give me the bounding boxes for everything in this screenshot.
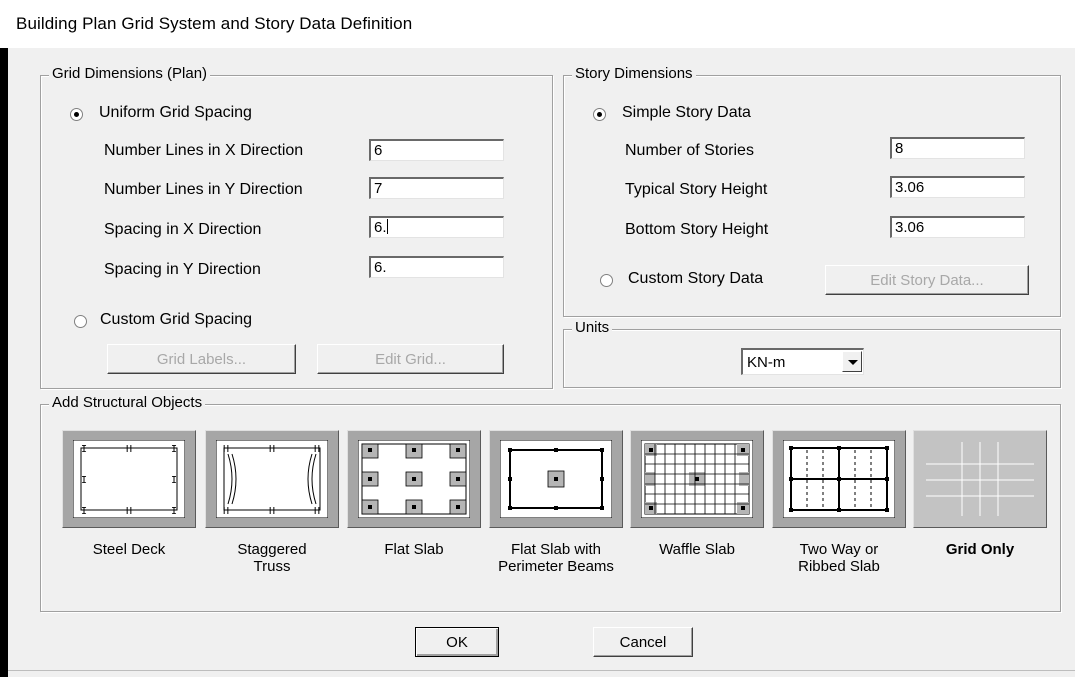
cancel-button[interactable]: Cancel — [593, 627, 693, 657]
svg-text:H: H — [126, 444, 132, 455]
grid-only-caption: Grid Only — [913, 541, 1047, 558]
number-of-stories-label: Number of Stories — [625, 142, 754, 159]
edit-grid-button[interactable]: Edit Grid... — [317, 344, 504, 374]
caption-line: Truss — [253, 558, 291, 575]
caption-line: Steel Deck — [92, 541, 166, 558]
flat-slab-perimeter-beams-caption: Flat Slab with Perimeter Beams — [489, 541, 623, 575]
waffle-slab-option[interactable] — [630, 430, 764, 528]
caption-line: Two Way or — [799, 541, 879, 558]
caption-line: Grid Only — [945, 541, 1015, 558]
caption-line: Perimeter Beams — [498, 558, 614, 575]
uniform-grid-spacing-label[interactable]: Uniform Grid Spacing — [99, 104, 252, 122]
lines-x-label: Number Lines in X Direction — [104, 142, 304, 159]
text-caret — [386, 219, 388, 234]
svg-text:H: H — [269, 444, 275, 455]
custom-grid-spacing-radio[interactable] — [74, 315, 87, 328]
flat-slab-icon — [358, 440, 470, 518]
custom-grid-spacing-label[interactable]: Custom Grid Spacing — [100, 311, 252, 329]
spacing-x-input[interactable]: 6. — [369, 216, 504, 238]
two-way-ribbed-slab-caption: Two Way or Ribbed Slab — [772, 541, 906, 575]
staggered-truss-icon: H H H H H H — [216, 440, 328, 518]
svg-text:I: I — [81, 444, 87, 455]
story-dimensions-legend: Story Dimensions — [572, 65, 696, 82]
grid-dimensions-legend: Grid Dimensions (Plan) — [49, 65, 211, 82]
caption-line: Ribbed Slab — [798, 558, 880, 575]
edit-story-data-button[interactable]: Edit Story Data... — [825, 265, 1029, 295]
structural-objects-legend: Add Structural Objects — [49, 394, 206, 411]
two-way-ribbed-slab-option[interactable] — [772, 430, 906, 528]
svg-text:H: H — [223, 444, 229, 455]
simple-story-data-label[interactable]: Simple Story Data — [622, 104, 751, 122]
flat-slab-perimeter-beams-option[interactable] — [489, 430, 623, 528]
spacing-y-input[interactable]: 6. — [369, 256, 504, 278]
svg-text:I: I — [171, 444, 177, 455]
svg-text:H: H — [126, 506, 132, 517]
bottom-story-height-input[interactable]: 3.06 — [890, 216, 1025, 238]
bottom-border — [8, 670, 1075, 671]
title-bar: Building Plan Grid System and Story Data… — [0, 0, 1075, 48]
spacing-x-value: 6. — [374, 219, 387, 236]
spacing-x-label: Spacing in X Direction — [104, 221, 262, 238]
svg-text:I: I — [81, 475, 87, 486]
lines-x-input[interactable]: 6 — [369, 139, 504, 161]
units-legend: Units — [572, 319, 613, 336]
window-left-edge — [0, 0, 8, 677]
window-title: Building Plan Grid System and Story Data… — [16, 14, 413, 33]
caption-line: Flat Slab — [384, 541, 444, 558]
svg-text:H: H — [314, 444, 320, 455]
staggered-truss-caption: Staggered Truss — [205, 541, 339, 575]
svg-text:H: H — [269, 506, 275, 517]
number-of-stories-input[interactable]: 8 — [890, 137, 1025, 159]
grid-only-icon — [926, 442, 1034, 516]
waffle-slab-caption: Waffle Slab — [630, 541, 764, 558]
uniform-grid-spacing-radio[interactable] — [70, 108, 83, 121]
flat-slab-option[interactable] — [347, 430, 481, 528]
grid-only-option[interactable] — [913, 430, 1047, 528]
staggered-truss-option[interactable]: H H H H H H — [205, 430, 339, 528]
units-select-value: KN-m — [747, 354, 786, 371]
caption-line: Staggered — [237, 541, 307, 558]
caption-line: Waffle Slab — [659, 541, 735, 558]
custom-story-data-radio[interactable] — [600, 274, 613, 287]
flat-slab-caption: Flat Slab — [347, 541, 481, 558]
lines-y-label: Number Lines in Y Direction — [104, 181, 303, 198]
steel-deck-option[interactable]: I I I I H H I I — [62, 430, 196, 528]
two-way-ribbed-slab-icon — [783, 440, 895, 518]
lines-y-input[interactable]: 7 — [369, 177, 504, 199]
custom-story-data-label[interactable]: Custom Story Data — [628, 270, 763, 288]
waffle-slab-icon — [641, 440, 753, 518]
simple-story-data-radio[interactable] — [593, 108, 606, 121]
units-select[interactable]: KN-m — [741, 348, 864, 375]
svg-text:I: I — [171, 475, 177, 486]
chevron-down-icon[interactable] — [842, 351, 862, 372]
svg-text:H: H — [314, 506, 320, 517]
svg-text:H: H — [223, 506, 229, 517]
caption-line: Flat Slab with — [510, 541, 602, 558]
steel-deck-icon: I I I I H H I I — [73, 440, 185, 518]
svg-text:I: I — [81, 506, 87, 517]
typical-story-height-input[interactable]: 3.06 — [890, 176, 1025, 198]
steel-deck-caption: Steel Deck — [62, 541, 196, 558]
typical-story-height-label: Typical Story Height — [625, 181, 768, 198]
ok-button[interactable]: OK — [415, 627, 499, 657]
svg-text:I: I — [171, 506, 177, 517]
bottom-story-height-label: Bottom Story Height — [625, 221, 769, 238]
grid-labels-button[interactable]: Grid Labels... — [107, 344, 296, 374]
spacing-y-label: Spacing in Y Direction — [104, 261, 261, 278]
flat-slab-perimeter-beams-icon — [500, 440, 612, 518]
